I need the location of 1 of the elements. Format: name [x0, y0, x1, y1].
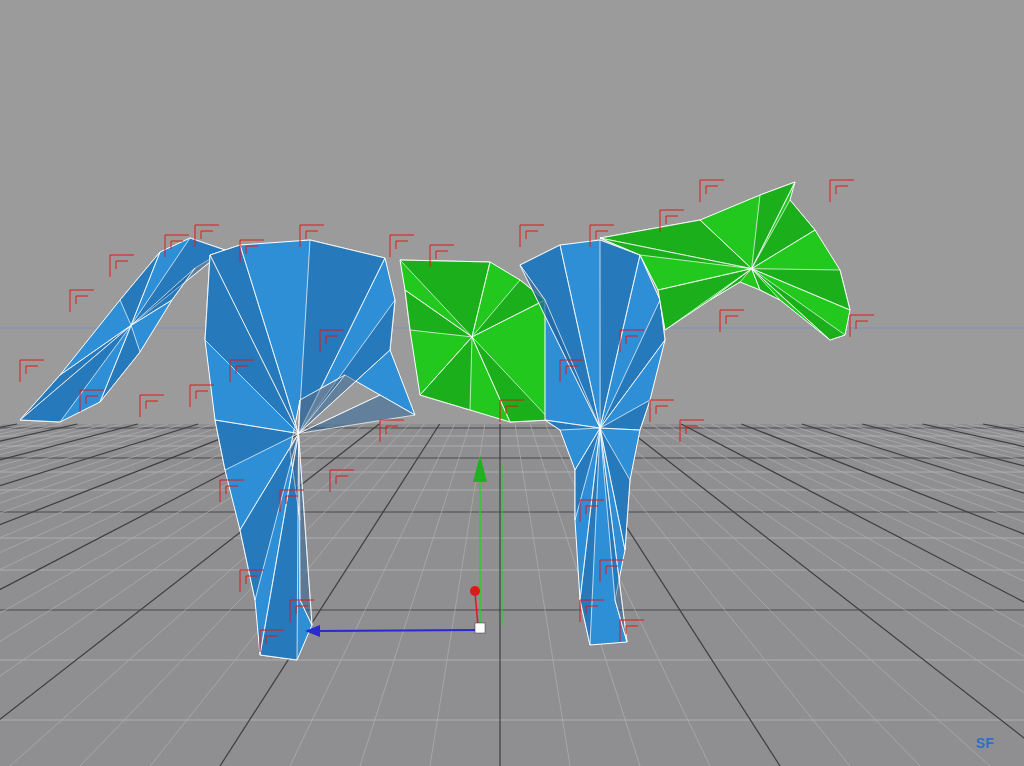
- corner-label: SF: [976, 734, 994, 753]
